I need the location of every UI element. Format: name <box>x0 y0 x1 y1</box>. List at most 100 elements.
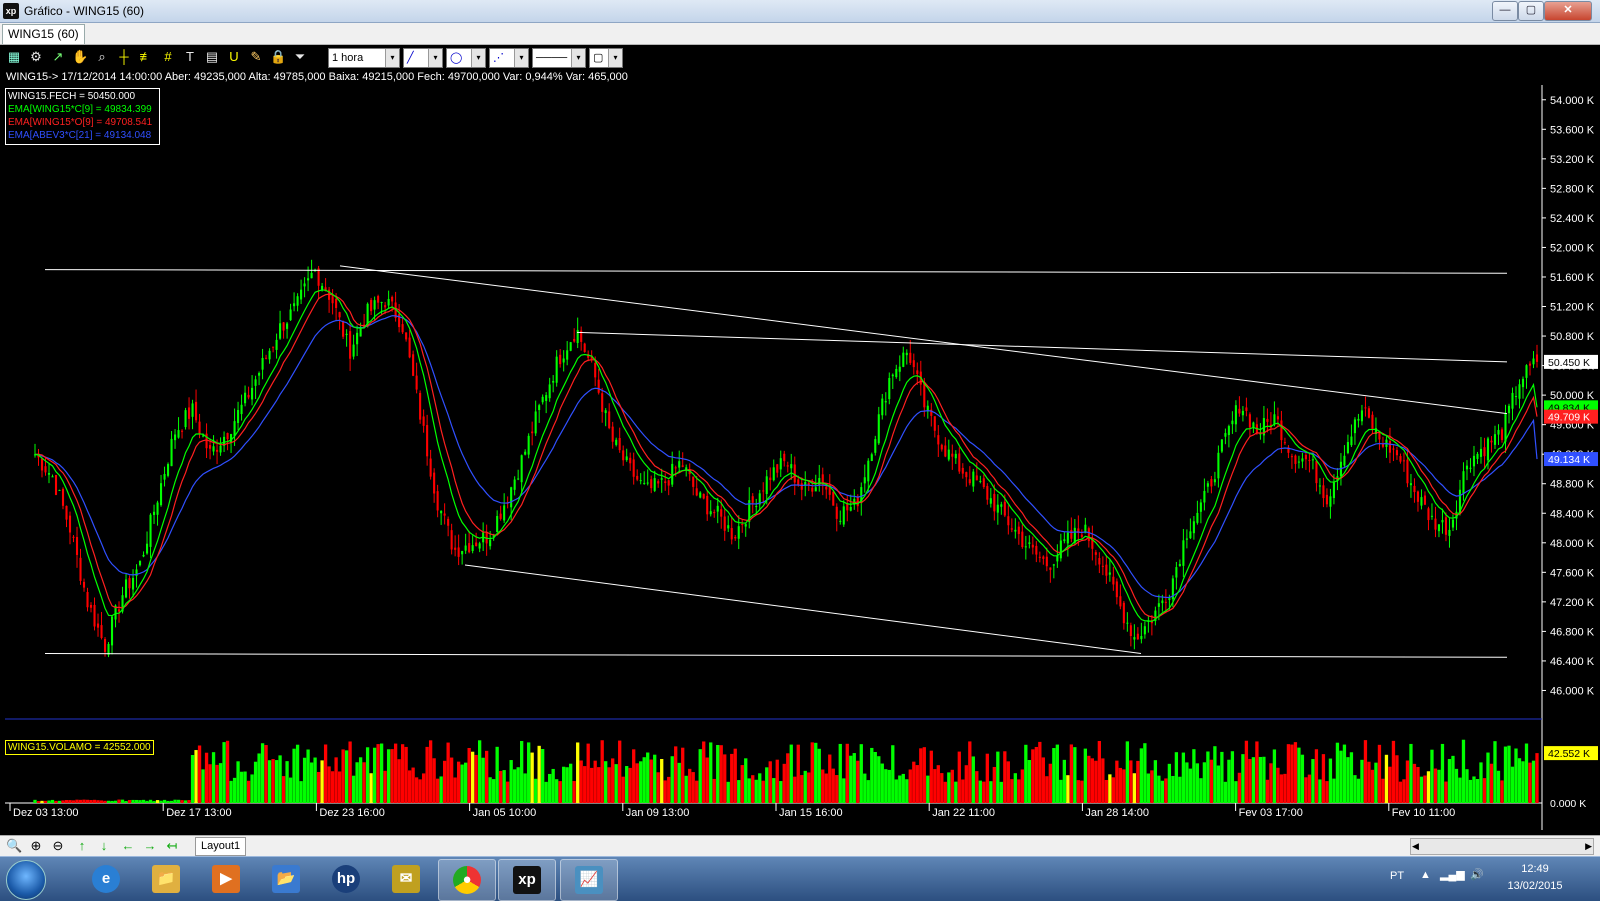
arrow-down-icon[interactable]: ↓ <box>96 838 112 854</box>
candle-body <box>401 324 404 333</box>
volume-bar <box>166 800 170 803</box>
zoom-area-icon[interactable]: ⌕ <box>94 49 110 65</box>
taskbar-xp[interactable]: xp <box>498 859 556 901</box>
candle-body <box>961 467 964 474</box>
network-icon[interactable]: ▂▄▆ <box>1440 868 1465 881</box>
calculator-icon[interactable]: ▤ <box>204 49 220 65</box>
crosshair-icon[interactable]: ┼ <box>116 49 132 65</box>
taskbar-files[interactable]: 📂 <box>258 859 314 899</box>
volume-bar <box>548 773 552 803</box>
volume-bar <box>1045 776 1049 803</box>
taskbar-media[interactable]: ▶ <box>198 859 254 899</box>
volume-bar <box>418 779 422 803</box>
volume-bar <box>428 740 433 803</box>
gear-icon[interactable]: ⚙ <box>28 49 44 65</box>
candle-body <box>1462 471 1465 494</box>
taskbar-mail[interactable]: ✉ <box>378 859 434 899</box>
candle-body <box>562 358 565 363</box>
volume-bar <box>1111 777 1116 803</box>
arrow-right-icon[interactable]: → <box>142 838 158 854</box>
candle-body <box>1430 515 1434 517</box>
volume-bar <box>421 773 426 803</box>
candle-body <box>772 467 775 481</box>
close-button[interactable]: ✕ <box>1544 1 1592 21</box>
lock-icon[interactable]: 🔒 <box>270 49 286 65</box>
volume-bar <box>267 760 272 803</box>
taskbar-hp[interactable]: hp <box>318 859 374 899</box>
volume-bar <box>831 768 835 803</box>
candle-body <box>247 394 250 398</box>
line-tool-select[interactable]: ╱ ▾ <box>403 48 443 68</box>
volume-bar <box>337 771 342 803</box>
fibonacci-icon[interactable]: ≢ <box>138 49 154 65</box>
candle-body <box>646 482 649 484</box>
volume-bar <box>1451 755 1455 803</box>
tab-layout1[interactable]: Layout1 <box>195 837 247 856</box>
shape-tool-select[interactable]: ◯ ▾ <box>446 48 486 68</box>
volume-bar <box>849 755 853 803</box>
volume-bar <box>1059 779 1063 803</box>
arrow-up-icon[interactable]: ↑ <box>74 838 90 854</box>
candle-body <box>79 557 82 581</box>
taskbar-chart-app[interactable]: 📈 <box>560 859 618 901</box>
show-hidden-icon[interactable]: ▲ <box>1420 869 1431 881</box>
horizontal-scrollbar[interactable]: ◀ ▶ <box>1410 838 1594 855</box>
candle-body <box>1311 459 1314 461</box>
tab-wing15-60[interactable]: WING15 (60) <box>2 24 85 44</box>
candle-body <box>1066 532 1069 544</box>
magnifier-icon[interactable]: 🔍 <box>6 838 22 854</box>
candle-body <box>790 464 793 469</box>
volume-icon[interactable]: 🔊 <box>1470 868 1484 881</box>
candle-body <box>1010 528 1013 530</box>
volume-bar <box>1136 760 1140 803</box>
language-indicator[interactable]: PT <box>1390 870 1404 882</box>
taskbar-chrome[interactable]: ● <box>438 859 496 901</box>
candle-body <box>489 539 492 547</box>
volume-bar <box>1353 775 1357 803</box>
volume-bar <box>1048 763 1052 803</box>
candle-body <box>433 472 436 494</box>
grid-lines-icon[interactable]: # <box>160 49 176 65</box>
volume-bar <box>520 741 524 803</box>
candle-body <box>699 492 702 498</box>
candle-body <box>835 506 838 519</box>
chart-type-icon[interactable]: ▦ <box>6 49 22 65</box>
candle-body <box>188 407 191 419</box>
candle-body <box>1395 450 1399 456</box>
windows-taskbar: e 📁 ▶ 📂 hp ✉ ● xp 📈 PT ▲ ▂▄▆ 🔊 12:49 13/… <box>0 856 1600 901</box>
text-tool-icon[interactable]: T <box>182 49 198 65</box>
volume-bar <box>225 740 230 803</box>
maximize-button[interactable]: ▢ <box>1518 1 1544 21</box>
eraser-icon[interactable]: ✎ <box>248 49 264 65</box>
candle-body <box>1490 440 1493 443</box>
zoom-out-icon[interactable]: ⊖ <box>50 838 66 854</box>
start-button[interactable] <box>6 860 46 900</box>
color-select[interactable]: ▢ ▾ <box>589 48 623 68</box>
filter-icon[interactable]: ⏷ <box>292 49 308 65</box>
candle-body <box>1465 465 1469 470</box>
scroll-start-icon[interactable]: ↤ <box>164 838 180 854</box>
magnet-icon[interactable]: U <box>226 49 242 65</box>
zoom-in-icon[interactable]: ⊕ <box>28 838 44 854</box>
volume-bar <box>824 773 828 803</box>
scroll-left-icon[interactable]: ◀ <box>1412 839 1419 854</box>
interval-select[interactable]: 1 hora ▾ <box>328 48 400 68</box>
indicator-icon[interactable]: ↗ <box>50 49 66 65</box>
arrow-left-icon[interactable]: ← <box>120 838 136 854</box>
fan-tool-select[interactable]: ⋰ ▾ <box>489 48 529 68</box>
minimize-button[interactable]: — <box>1492 1 1518 21</box>
volume-bar <box>292 748 296 803</box>
line-style-select[interactable]: ──── ▾ <box>532 48 586 68</box>
price-chart[interactable]: 54.000 K 53.600 K 53.200 K 52.800 K 52.400 K… <box>5 85 1600 830</box>
scroll-right-icon[interactable]: ▶ <box>1585 839 1592 854</box>
candle-body <box>1371 414 1374 430</box>
candle-body <box>912 360 915 368</box>
candle-body <box>671 463 674 485</box>
taskbar-explorer[interactable]: 📁 <box>138 859 194 899</box>
system-clock[interactable]: 12:49 13/02/2015 <box>1500 861 1570 895</box>
candle-body <box>716 505 719 512</box>
volume-bar <box>1101 758 1105 803</box>
taskbar-ie[interactable]: e <box>78 859 134 899</box>
hand-icon[interactable]: ✋ <box>72 49 88 65</box>
candle-body <box>1378 432 1381 440</box>
